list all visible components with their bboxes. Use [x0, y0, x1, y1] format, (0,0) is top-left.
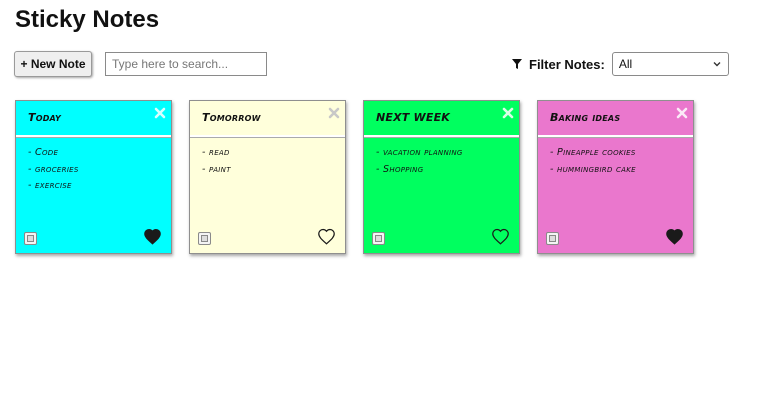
note-title[interactable]: Today [28, 111, 61, 124]
heart-icon[interactable] [665, 228, 684, 245]
heart-icon[interactable] [317, 228, 336, 245]
new-note-button[interactable]: + New Note [14, 51, 92, 77]
note-header: Today [16, 101, 171, 137]
heart-icon[interactable] [143, 228, 162, 245]
close-icon[interactable] [154, 107, 166, 119]
note-item: - read [202, 147, 230, 158]
note-select-checkbox[interactable] [24, 232, 37, 245]
note-item: - groceries [28, 163, 79, 175]
note-item: - paint [202, 163, 231, 175]
filter-label: Filter Notes: [529, 56, 605, 72]
note-select-checkbox[interactable] [198, 232, 211, 245]
note-body[interactable]: - vacation planning - Shopping [364, 137, 519, 178]
note-body[interactable]: - read - paint [190, 137, 345, 178]
note-item: - Code [28, 147, 59, 158]
note-item: - hummingbird cake [550, 163, 636, 175]
filter-select[interactable]: All [611, 52, 729, 76]
note-header: Baking ideas [538, 101, 693, 137]
close-icon[interactable] [328, 107, 340, 119]
note-body[interactable]: - Code - groceries - exercise [16, 137, 171, 195]
filter-selected-value: All [618, 57, 633, 71]
note-title[interactable]: NEXT WEEK [376, 111, 450, 124]
chevron-down-icon [713, 62, 721, 67]
note-card[interactable]: NEXT WEEK - vacation planning - Shopping [363, 100, 520, 254]
note-title[interactable]: Baking ideas [550, 111, 620, 124]
funnel-icon [512, 59, 522, 69]
note-item: - Shopping [376, 163, 424, 175]
filter-notes: Filter Notes: All [512, 52, 729, 76]
heart-icon[interactable] [491, 228, 510, 245]
note-item: - Pineapple cookies [550, 147, 636, 158]
note-card[interactable]: Today - Code - groceries - exercise [15, 100, 172, 254]
note-select-checkbox[interactable] [546, 232, 559, 245]
note-select-checkbox[interactable] [372, 232, 385, 245]
close-icon[interactable] [502, 107, 514, 119]
note-header: Tomorrow [190, 101, 345, 137]
note-item: - vacation planning [376, 147, 463, 158]
page-title: Sticky Notes [15, 6, 160, 33]
search-input[interactable] [105, 52, 267, 76]
close-icon[interactable] [676, 107, 688, 119]
note-item: - exercise [28, 180, 72, 191]
note-body[interactable]: - Pineapple cookies - hummingbird cake [538, 137, 693, 178]
note-header: NEXT WEEK [364, 101, 519, 137]
note-title[interactable]: Tomorrow [202, 111, 261, 124]
note-card[interactable]: Baking ideas - Pineapple cookies - hummi… [537, 100, 694, 254]
note-card[interactable]: Tomorrow - read - paint [189, 100, 346, 254]
